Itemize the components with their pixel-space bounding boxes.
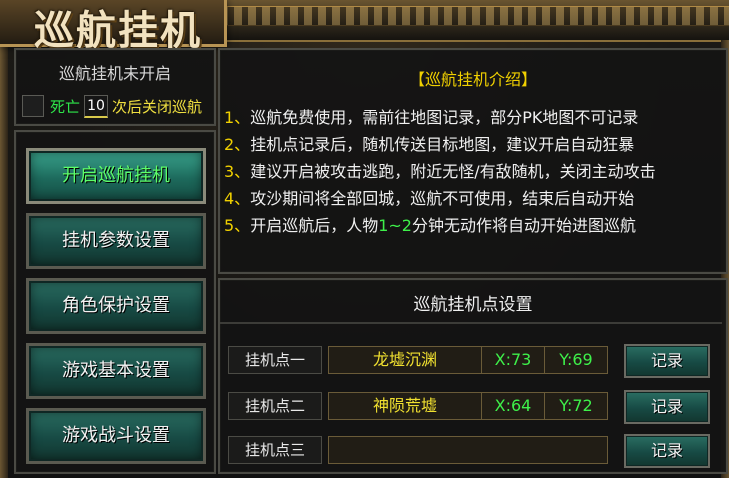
intro-line-number: 4、: [224, 189, 251, 208]
point-1-field: 龙墟沉渊 X:73 Y:69: [328, 346, 608, 374]
death-stop-row: 死亡 10 次后关闭巡航: [22, 94, 212, 118]
point-2-field: 神陨荒墟 X:64 Y:72: [328, 392, 608, 420]
point-x: X:64: [482, 393, 545, 419]
point-map-name: 神陨荒墟: [329, 393, 482, 419]
cruise-status-text: 巡航挂机未开启: [58, 64, 171, 83]
point-3-field: [328, 436, 608, 464]
menu-panel: 开启巡航挂机 挂机参数设置 角色保护设置 游戏基本设置 游戏战斗设置: [14, 130, 216, 474]
point-1-label: 挂机点一: [228, 346, 322, 374]
points-title: 巡航挂机点设置: [413, 295, 533, 315]
record-point-3-button[interactable]: 记录: [624, 434, 710, 468]
point-y: Y:69: [559, 350, 593, 369]
status-panel: 巡航挂机未开启 死亡 10 次后关闭巡航: [14, 48, 216, 126]
death-label: 死亡: [50, 97, 81, 116]
intro-line-3: 3、建议开启被攻击逃跑，附近无怪/有敌随机，关闭主动攻击: [224, 158, 656, 182]
intro-line-text: 攻沙期间将全部回城，巡航不可使用，结束后自动开始: [250, 189, 635, 208]
intro-line-text: 开启巡航后，人物: [250, 216, 379, 235]
left-ornament: [0, 40, 8, 478]
start-cruise-button[interactable]: 开启巡航挂机: [26, 148, 206, 204]
points-panel: 巡航挂机点设置 挂机点一 龙墟沉渊 X:73 Y:69 记录 挂机点二 神陨荒墟…: [218, 278, 728, 474]
death-stop-checkbox[interactable]: [22, 95, 44, 117]
intro-line-5: 5、开启巡航后，人物1~2分钟无动作将自动开始进图巡航: [224, 212, 636, 236]
game-basic-button[interactable]: 游戏基本设置: [26, 343, 206, 399]
intro-line-number: 3、: [224, 162, 251, 181]
point-3-label: 挂机点三: [228, 436, 322, 464]
point-y: Y:72: [559, 396, 593, 415]
point-x: X:73: [482, 347, 545, 373]
intro-line-4: 4、攻沙期间将全部回城，巡航不可使用，结束后自动开始: [224, 185, 634, 209]
intro-line-text: 分钟无动作将自动开始进图巡航: [411, 216, 636, 235]
point-map-name: 龙墟沉渊: [329, 347, 482, 373]
intro-line-number: 5、: [224, 216, 251, 235]
title-plate: 巡航挂机: [0, 0, 227, 54]
intro-line-2: 2、挂机点记录后，随机传送目标地图，建议开启自动狂暴: [224, 131, 634, 155]
intro-line-text: 挂机点记录后，随机传送目标地图，建议开启自动狂暴: [250, 135, 635, 154]
intro-panel: 【巡航挂机介绍】 1、巡航免费使用，需前往地图记录，部分PK地图不可记录 2、挂…: [218, 48, 728, 274]
role-protect-button[interactable]: 角色保护设置: [26, 278, 206, 334]
intro-title: 【巡航挂机介绍】: [408, 70, 537, 89]
game-battle-button[interactable]: 游戏战斗设置: [26, 408, 206, 464]
death-suffix-label: 次后关闭巡航: [112, 97, 203, 116]
intro-line-text: 建议开启被攻击逃跑，附近无怪/有敌随机，关闭主动攻击: [250, 162, 656, 181]
intro-line-text: 巡航免费使用，需前往地图记录，部分PK地图不可记录: [250, 108, 639, 127]
points-divider: [220, 322, 722, 324]
intro-line-1: 1、巡航免费使用，需前往地图记录，部分PK地图不可记录: [224, 104, 638, 128]
intro-line-number: 1、: [224, 108, 251, 127]
intro-line-number: 2、: [224, 135, 251, 154]
death-count-input[interactable]: 10: [84, 94, 109, 118]
intro-time-range: 1~2: [378, 216, 412, 235]
afk-params-button[interactable]: 挂机参数设置: [26, 213, 206, 269]
record-point-1-button[interactable]: 记录: [624, 344, 710, 378]
record-point-2-button[interactable]: 记录: [624, 390, 710, 424]
point-2-label: 挂机点二: [228, 392, 322, 420]
